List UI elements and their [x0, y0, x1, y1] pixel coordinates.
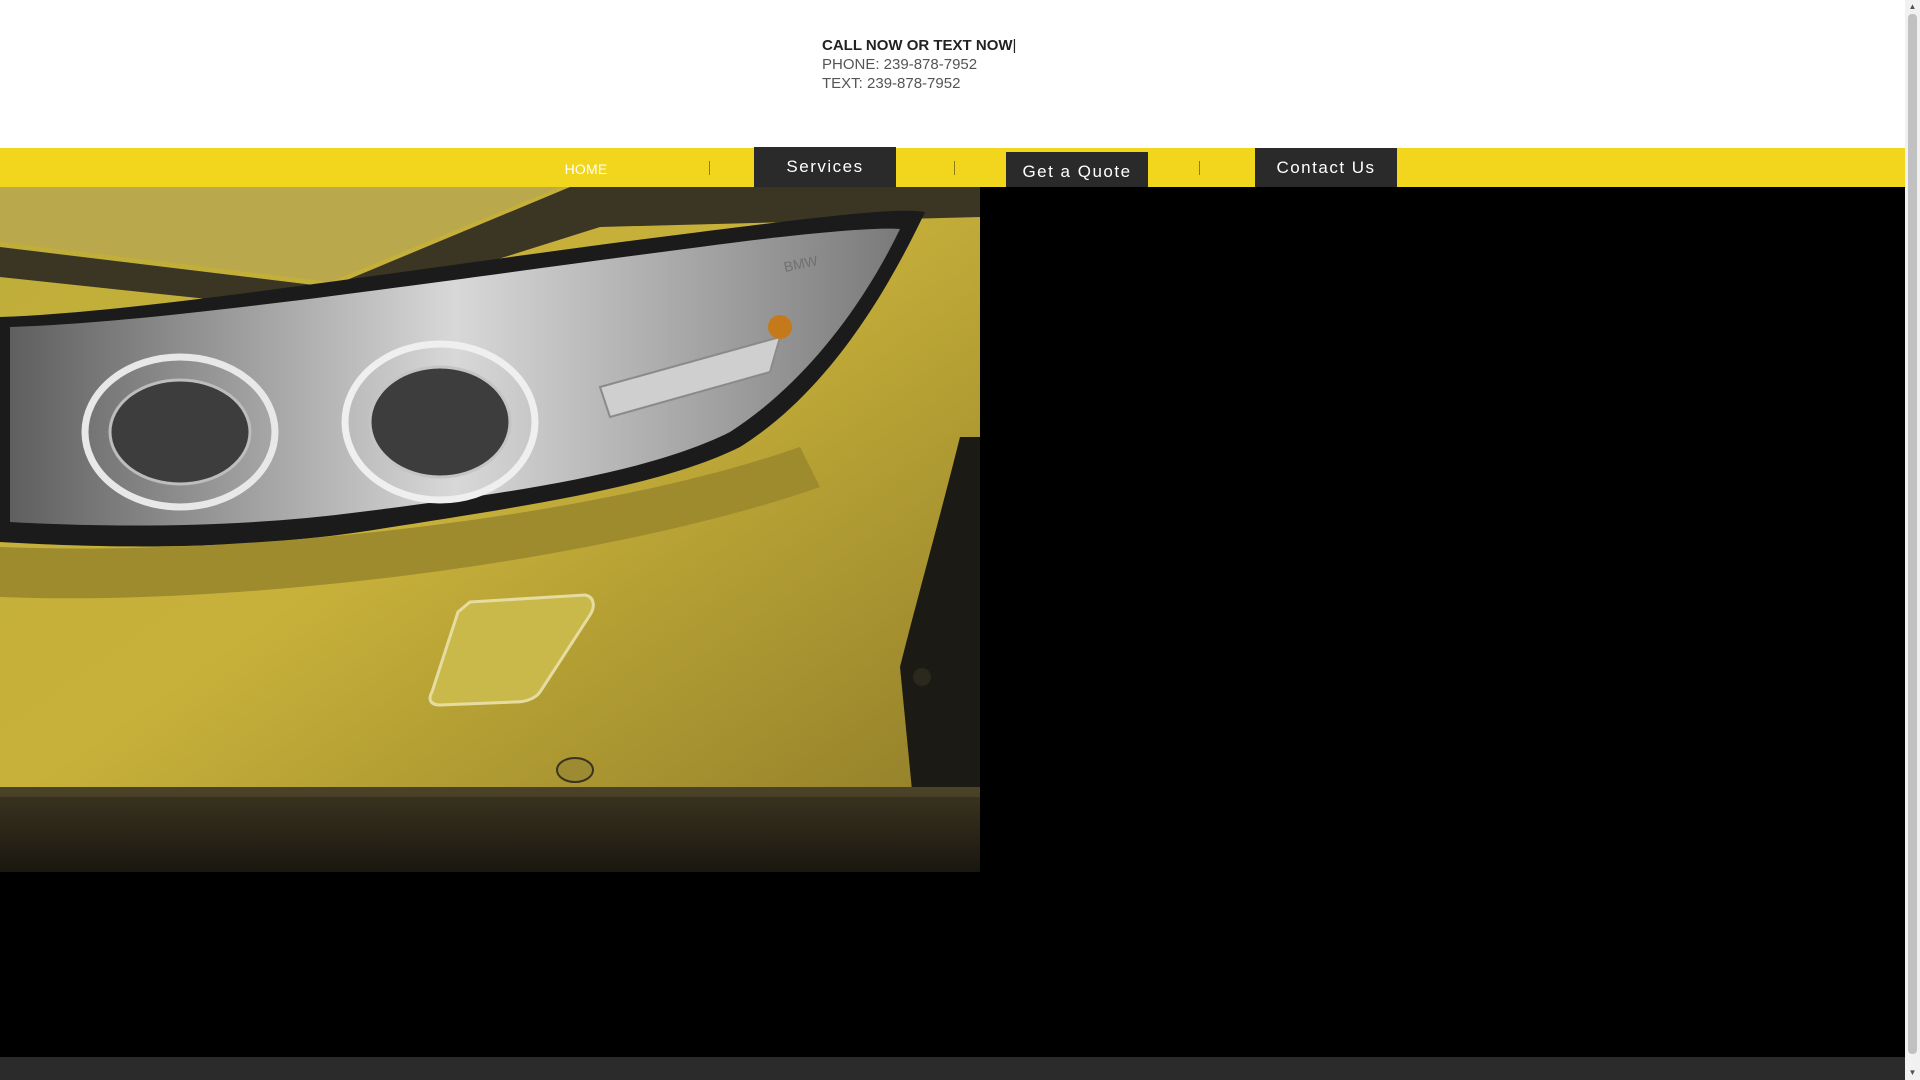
scroll-up-icon[interactable]: ▲ — [1905, 0, 1920, 14]
nav-separator — [954, 161, 955, 175]
phone-number[interactable]: PHONE: 239-878-7952 — [822, 55, 1016, 74]
scroll-down-icon[interactable]: ▼ — [1905, 1066, 1920, 1080]
nav-separator — [709, 161, 710, 175]
call-now-label: CALL NOW OR TEXT NOW — [822, 37, 1013, 54]
nav-bar — [0, 148, 1905, 187]
nav-contact-button[interactable]: Contact Us — [1255, 148, 1397, 188]
nav-get-quote-button[interactable]: Get a Quote — [1006, 152, 1148, 188]
nav-separator — [1199, 161, 1200, 175]
text-number[interactable]: TEXT: 239-878-7952 — [822, 74, 1016, 93]
nav-home-link[interactable]: HOME — [514, 161, 658, 177]
text-cursor: | — [1012, 37, 1017, 54]
footer-strip — [0, 1057, 1905, 1080]
contact-info: CALL NOW OR TEXT NOW| PHONE: 239-878-795… — [822, 36, 1016, 93]
nav-services-button[interactable]: Services — [754, 147, 896, 187]
hero-car-image: BMW — [0, 187, 980, 872]
page: CALL NOW OR TEXT NOW| PHONE: 239-878-795… — [0, 0, 1905, 1080]
scrollbar-thumb[interactable] — [1908, 14, 1917, 1054]
